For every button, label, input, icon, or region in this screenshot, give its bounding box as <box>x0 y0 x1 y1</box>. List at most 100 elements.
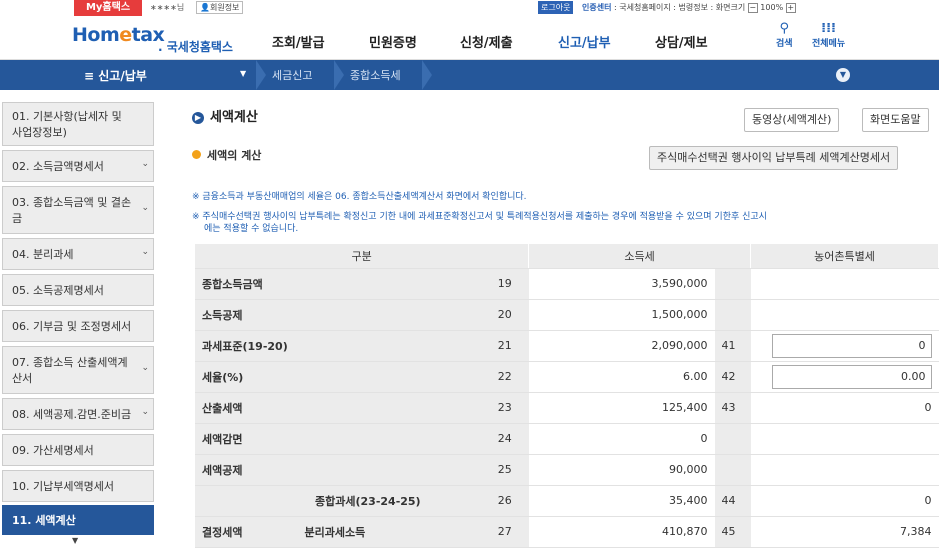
menu-dropdown-icon[interactable]: ▼ <box>240 69 246 78</box>
breadcrumb-tax-filing[interactable]: 세금신고 <box>272 67 312 83</box>
sidebar-item-deduction[interactable]: 05. 소득공제명세서 <box>2 274 154 306</box>
rural-tax-rate-input[interactable]: 0.00 <box>771 364 932 389</box>
row-number: 19 <box>490 268 529 300</box>
rural-tax-value: 0 <box>750 392 939 424</box>
sidebar-item-tax-calculation[interactable]: 11. 세액계산 <box>2 505 154 535</box>
rural-row-number: 42 <box>714 361 751 393</box>
video-help-button[interactable]: 동영상(세액계산) <box>744 108 840 132</box>
hometax-logo[interactable]: Hometax . 국세청홈택스 <box>72 24 233 54</box>
rural-tax-cell: 0 <box>750 330 939 362</box>
table-row: 세액감면 24 0 <box>195 423 939 455</box>
row-number: 26 <box>490 485 529 517</box>
rural-row-number <box>714 299 751 331</box>
sidebar-item-basic-info[interactable]: 01. 기본사항(납세자 및 사업장정보) <box>2 102 154 146</box>
income-tax-value: 0 <box>528 423 715 455</box>
rural-tax-value: 7,384 <box>750 516 939 548</box>
row-number: 25 <box>490 454 529 486</box>
search-button[interactable]: ⚲ 검색 <box>776 21 793 50</box>
user-name: ∗∗∗∗님 <box>150 3 185 12</box>
collapse-icon[interactable]: ▼ <box>836 68 850 82</box>
notice-stock-option-cont: 에는 적용할 수 없습니다. <box>204 224 299 234</box>
nav-item-application[interactable]: 신청/제출 <box>460 32 513 51</box>
rural-row-number: 44 <box>714 485 751 517</box>
chevron-down-icon[interactable]: ⌄ <box>141 203 149 213</box>
income-tax-value: 1,500,000 <box>528 299 715 331</box>
row-number: 23 <box>490 392 529 424</box>
page-title-text: 세액계산 <box>210 110 258 125</box>
rural-tax-base-input[interactable]: 0 <box>771 333 932 358</box>
sidebar-item-label: 09. 가산세명세서 <box>12 444 94 457</box>
section-title: 세액의 계산 <box>192 147 261 163</box>
utility-links: 인증센터 : 국세청홈페이지 : 법령정보 : 화면크기 − 100% + <box>582 2 796 13</box>
all-menu-label: 전체메뉴 <box>812 39 846 49</box>
nav-item-consulting[interactable]: 상담/제보 <box>655 32 708 51</box>
stock-option-statement-button[interactable]: 주식매수선택권 행사이익 납부특례 세액계산명세서 <box>649 146 899 170</box>
nav-item-certificates[interactable]: 민원증명 <box>369 32 417 51</box>
zoom-out-button[interactable]: − <box>747 2 758 13</box>
menu-title[interactable]: ≡ 신고/납부 <box>84 67 147 84</box>
person-icon: 👤 <box>200 3 210 12</box>
breadcrumb-separator-icon <box>256 60 266 90</box>
row-number: 24 <box>490 423 529 455</box>
sidebar-item-total-income[interactable]: 03. 종합소득금액 및 결손금 ⌄ <box>2 186 154 234</box>
chevron-down-icon[interactable]: ⌄ <box>141 247 149 257</box>
search-label: 검색 <box>776 39 793 49</box>
sidebar-item-penalty-tax[interactable]: 09. 가산세명세서 <box>2 434 154 466</box>
search-icon: ⚲ <box>779 21 790 36</box>
table-row: 소득공제 20 1,500,000 <box>195 299 939 331</box>
rural-tax-cell: 0.00 <box>750 361 939 393</box>
rural-tax-value: 0 <box>750 485 939 517</box>
row-label: 세액감면 <box>195 423 491 455</box>
sidebar-item-prepaid-tax[interactable]: 10. 기납부세액명세서 <box>2 470 154 502</box>
group-label: 결정세액 <box>202 525 243 539</box>
sidebar-item-label: 05. 소득공제명세서 <box>12 284 104 297</box>
sidebar-item-income-statement[interactable]: 02. 소득금액명세서 ⌄ <box>2 150 154 182</box>
breadcrumb-income-tax[interactable]: 종합소득세 <box>350 67 401 83</box>
sidebar-item-separate-tax[interactable]: 04. 분리과세 ⌄ <box>2 238 154 270</box>
logo-part-a: Hom <box>72 24 120 46</box>
income-tax-value: 90,000 <box>528 454 715 486</box>
chevron-down-icon[interactable]: ⌄ <box>141 159 149 169</box>
sidebar-item-calculated-tax[interactable]: 07. 종합소득 산출세액계산서 ⌄ <box>2 346 154 394</box>
sidebar-item-label: 08. 세액공제.감면.준비금 <box>12 408 132 421</box>
nav-item-inquiry[interactable]: 조회/발급 <box>272 32 325 51</box>
sidebar-item-tax-credit[interactable]: 08. 세액공제.감면.준비금 ⌄ <box>2 398 154 430</box>
section-title-text: 세액의 계산 <box>207 149 262 162</box>
sidebar-item-donation[interactable]: 06. 기부금 및 조정명세서 <box>2 310 154 342</box>
utility-links-text[interactable]: : 국세청홈페이지 : 법령정보 : 화면크기 <box>611 3 745 12</box>
logo-part-b: e <box>119 24 132 46</box>
page-title: ▶ 세액계산 <box>192 106 258 125</box>
table-row: 과세표준(19-20) 21 2,090,000 41 0 <box>195 330 939 362</box>
table-row: 세액공제 25 90,000 <box>195 454 939 486</box>
bullet-icon: ▶ <box>192 111 204 124</box>
scroll-down-icon[interactable]: ▼ <box>72 536 78 545</box>
table-header-row: 구분 소득세 농어촌특별세 <box>195 244 939 269</box>
row-number: 21 <box>490 330 529 362</box>
my-hometax-button[interactable]: My홈택스 <box>74 0 142 16</box>
row-label: 종합소득금액 <box>195 268 491 300</box>
member-info-button[interactable]: 👤회원정보 <box>196 1 244 14</box>
income-tax-value: 125,400 <box>528 392 715 424</box>
sidebar-item-label: 01. 기본사항(납세자 및 사업장정보) <box>12 110 122 139</box>
row-label: 세액공제 <box>195 454 491 486</box>
row-label: 과세표준(19-20) <box>195 330 491 362</box>
zoom-level: 100% <box>760 3 784 12</box>
rural-row-number: 45 <box>714 516 751 548</box>
nav-item-filing[interactable]: 신고/납부 <box>558 32 611 51</box>
sidebar-item-label: 06. 기부금 및 조정명세서 <box>12 320 132 333</box>
row-label: 산출세액 <box>195 392 491 424</box>
cert-center-link[interactable]: 인증센터 <box>582 3 611 12</box>
sidebar-item-label: 07. 종합소득 산출세액계산서 <box>12 356 128 385</box>
rural-row-number: 41 <box>714 330 751 362</box>
income-tax-value: 3,590,000 <box>528 268 715 300</box>
chevron-down-icon[interactable]: ⌄ <box>141 407 149 417</box>
all-menu-button[interactable]: ⁞⁞⁞ 전체메뉴 <box>812 22 846 50</box>
zoom-in-button[interactable]: + <box>785 2 796 13</box>
row-number: 22 <box>490 361 529 393</box>
screen-help-button[interactable]: 화면도움말 <box>862 108 929 132</box>
income-tax-value: 2,090,000 <box>528 330 715 362</box>
logout-button[interactable]: 로그아웃 <box>538 1 574 14</box>
chevron-down-icon[interactable]: ⌄ <box>141 363 149 373</box>
sidebar-item-label: 04. 분리과세 <box>12 248 74 261</box>
breadcrumb-separator-icon <box>422 60 432 90</box>
